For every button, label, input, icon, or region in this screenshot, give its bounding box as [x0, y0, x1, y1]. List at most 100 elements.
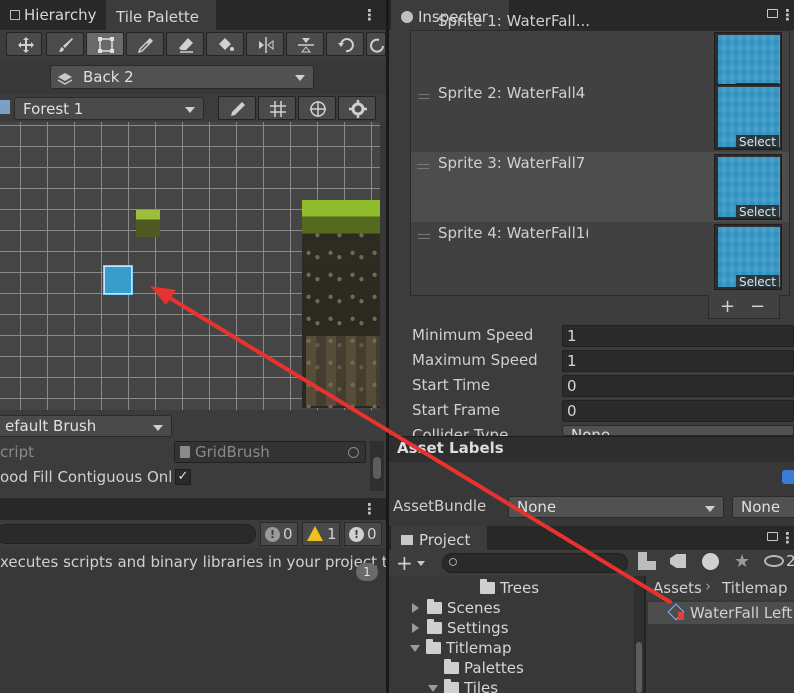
sprite-thumbnail[interactable]: Select: [714, 84, 782, 150]
hidden-packages-icon[interactable]: [764, 555, 784, 567]
paintbrush-icon: [59, 38, 73, 52]
active-tilemap-dropdown[interactable]: Back 2: [50, 65, 314, 89]
asset-item-waterfall-left[interactable]: WaterFall Left: [648, 602, 794, 624]
sprite-row-4[interactable]: Sprite 4: WaterFall1( Select: [412, 222, 792, 292]
console-menu-icon[interactable]: ⋮: [362, 496, 377, 522]
select-button[interactable]: Select: [735, 205, 779, 219]
folder-scenes[interactable]: Scenes: [412, 599, 501, 617]
scroll-thumb[interactable]: [373, 457, 381, 479]
breadcrumb-titlemap[interactable]: Titlemap: [722, 579, 787, 597]
move-tool-button[interactable]: [6, 32, 42, 56]
start-time-label: Start Time: [412, 376, 491, 394]
flood-fill-checkbox[interactable]: ✓: [175, 469, 191, 485]
console-message[interactable]: xecutes scripts and binary libraries in …: [0, 553, 386, 571]
start-frame-label: Start Frame: [412, 401, 501, 419]
tab-hierarchy[interactable]: Hierarchy: [0, 0, 104, 30]
tree-scrollbar[interactable]: [634, 576, 644, 693]
edit-palette-button[interactable]: [218, 96, 256, 120]
flip-x-tool-button[interactable]: [246, 32, 284, 56]
script-field[interactable]: GridBrush: [174, 441, 366, 463]
left-panel-menu-icon[interactable]: ⋮: [362, 0, 377, 30]
folder-icon: [444, 659, 459, 674]
grass-tile[interactable]: [136, 210, 160, 237]
grid-toggle-button[interactable]: [258, 96, 296, 120]
select-button[interactable]: Select: [735, 275, 779, 289]
console-info-toggle[interactable]: ! 0: [344, 522, 382, 546]
folder-palettes[interactable]: Palettes: [444, 659, 524, 677]
folder-tiles[interactable]: Tiles: [428, 679, 498, 693]
object-picker-icon[interactable]: [348, 447, 359, 458]
minimum-speed-input[interactable]: 1: [562, 325, 794, 347]
maximum-speed-input[interactable]: 1: [562, 350, 794, 372]
flip-y-tool-button[interactable]: [286, 32, 324, 56]
drag-handle-icon[interactable]: [417, 164, 429, 169]
favorites-star-icon[interactable]: ★: [734, 551, 750, 572]
project-menu-icon[interactable]: ⋮: [780, 524, 794, 552]
chevron-down-icon[interactable]: [417, 561, 425, 566]
console-log-icon[interactable]: [702, 553, 719, 570]
scroll-thumb[interactable]: [636, 642, 642, 693]
tab-project[interactable]: Project: [391, 526, 487, 550]
collapse-arrow-icon[interactable]: [428, 685, 438, 692]
expand-arrow-icon[interactable]: [412, 603, 419, 613]
breadcrumb-separator-icon: ›: [705, 577, 711, 595]
sprite-thumbnail[interactable]: Select: [714, 224, 782, 290]
sprite-row-1[interactable]: Sprite 1: WaterFall... Select: [412, 12, 792, 98]
start-time-input[interactable]: 0: [562, 375, 794, 397]
list-add-remove-footer: [708, 295, 780, 319]
gizmo-toggle-button[interactable]: [298, 96, 336, 120]
brush-scrollbar[interactable]: [370, 441, 384, 491]
folder-trees[interactable]: Trees: [480, 579, 539, 597]
start-frame-input[interactable]: 0: [562, 400, 794, 422]
console-error-toggle[interactable]: ! 0: [260, 522, 298, 546]
sprite-row-3[interactable]: Sprite 3: WaterFall7 Select: [411, 152, 789, 222]
gear-icon: [349, 100, 367, 118]
brush-dropdown[interactable]: efault Brush: [0, 415, 172, 437]
water-tile-selected[interactable]: [104, 266, 132, 294]
fill-tool-button[interactable]: [206, 32, 244, 56]
collider-type-dropdown[interactable]: None: [562, 425, 794, 436]
hidden-packages-count: 2: [786, 552, 794, 570]
drag-handle-icon[interactable]: [418, 94, 430, 99]
maximum-speed-label: Maximum Speed: [412, 351, 538, 369]
move-arrows-icon: [18, 37, 34, 53]
palette-dropdown[interactable]: Forest 1: [14, 97, 204, 120]
select-button[interactable]: Select: [735, 135, 779, 149]
asset-bundle-variant-dropdown[interactable]: None: [732, 496, 794, 518]
console-warning-toggle[interactable]: 1: [302, 522, 340, 546]
label-tag-icon[interactable]: [782, 470, 794, 484]
console-search-input[interactable]: [0, 524, 256, 544]
tab-tile-palette[interactable]: Tile Palette: [106, 0, 216, 30]
chevron-down-icon: [705, 506, 715, 512]
folder-titlemap[interactable]: Titlemap: [410, 639, 511, 657]
rotate-ccw-tool-button[interactable]: [366, 32, 386, 56]
rotate-tool-button[interactable]: [326, 32, 364, 56]
sprite-thumbnail[interactable]: Select: [714, 154, 782, 220]
project-search-input[interactable]: [442, 553, 628, 573]
folder-icon: [427, 599, 442, 614]
chevron-down-icon: [185, 107, 195, 113]
collider-type-label: Collider Type: [412, 426, 509, 436]
paintbrush-tool-button[interactable]: [46, 32, 84, 56]
palette-settings-button[interactable]: [338, 96, 376, 120]
asset-bundle-dropdown[interactable]: None: [508, 496, 724, 518]
sprite-row-2[interactable]: Sprite 2: WaterFall4 Select: [412, 82, 792, 152]
script-label: cript: [0, 443, 34, 461]
grid-icon: [270, 101, 286, 117]
create-asset-button[interactable]: +: [396, 551, 413, 575]
folder-settings[interactable]: Settings: [412, 619, 509, 637]
lock-icon[interactable]: [767, 9, 778, 18]
collapse-arrow-icon[interactable]: [410, 645, 420, 652]
eraser-tool-button[interactable]: [166, 32, 204, 56]
expand-arrow-icon[interactable]: [412, 623, 419, 633]
remove-sprite-button[interactable]: −: [750, 296, 765, 317]
drag-handle-icon[interactable]: [418, 234, 430, 239]
breadcrumb-assets[interactable]: Assets: [653, 579, 702, 597]
box-fill-tool-button[interactable]: [86, 32, 124, 56]
picker-tool-button[interactable]: [126, 32, 164, 56]
gizmo-icon: [310, 101, 326, 117]
rotate-ccw-icon: [370, 38, 384, 53]
minimum-speed-label: Minimum Speed: [412, 326, 534, 344]
lock-icon[interactable]: [767, 532, 778, 541]
add-sprite-button[interactable]: +: [720, 296, 735, 317]
